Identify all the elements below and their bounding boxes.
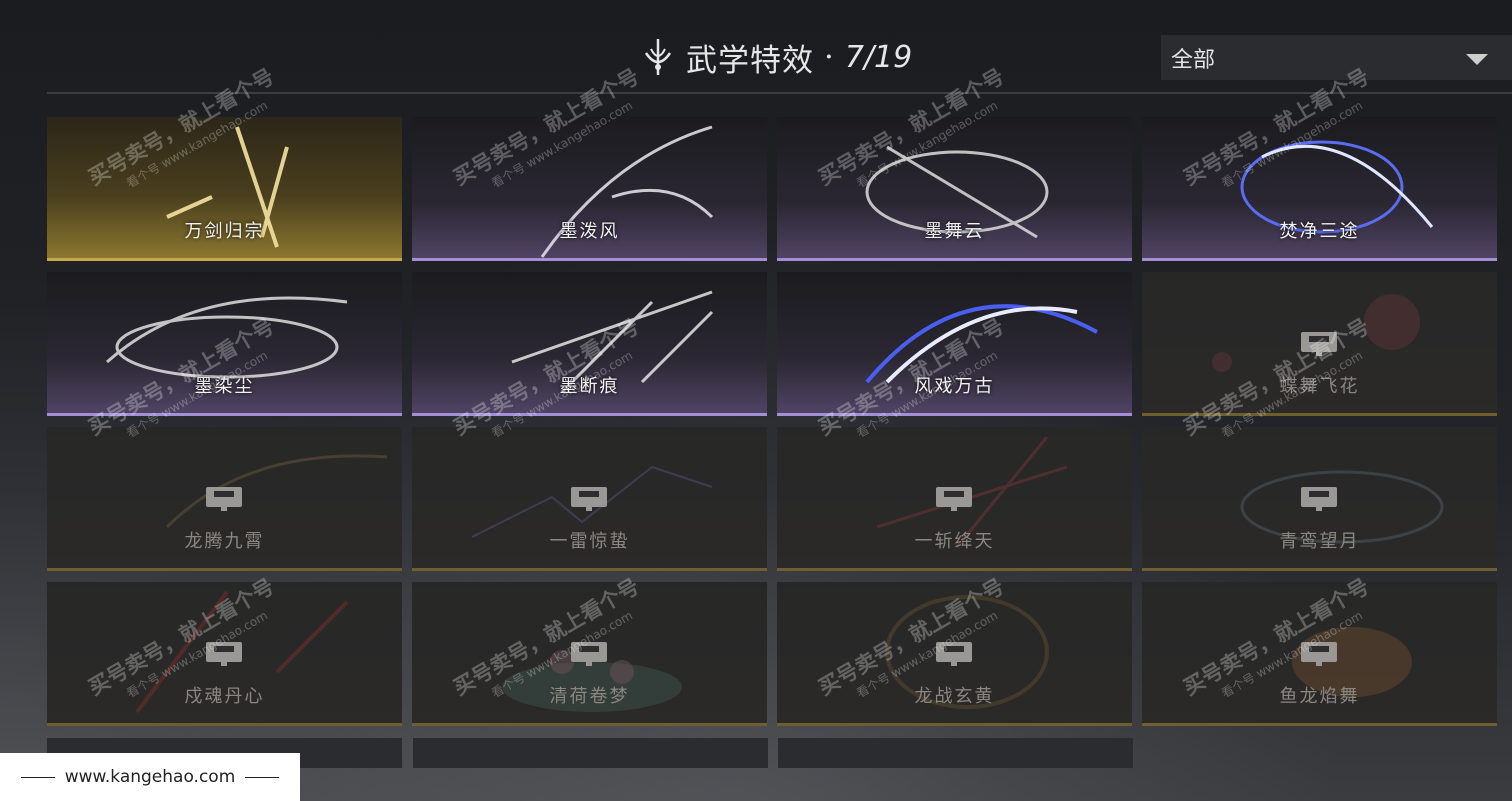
effect-card[interactable]: 龙腾九霄 xyxy=(47,427,402,571)
lock-icon xyxy=(571,487,607,511)
lock-icon xyxy=(206,487,242,511)
filter-dropdown[interactable]: 全部 xyxy=(1161,35,1512,80)
skill-effects-screen: 武学特效 · 7/19 全部 万剑归宗 墨泼风 墨舞云 焚净三途墨染尘 墨断痕 风戏万古 蝶… xyxy=(0,0,1512,801)
rarity-bar xyxy=(412,723,767,726)
effect-card[interactable]: 龙战玄黄 xyxy=(777,582,1132,726)
sword-emblem-icon xyxy=(644,39,672,75)
effect-name: 焚净三途 xyxy=(1279,221,1360,242)
effect-card[interactable]: 青鸾望月 xyxy=(1142,427,1497,571)
rarity-bar xyxy=(412,568,767,571)
effect-card[interactable]: 风戏万古 xyxy=(777,272,1132,416)
effect-name: 一斩绛天 xyxy=(914,531,995,552)
rarity-bar xyxy=(47,413,402,416)
effect-card-partial[interactable] xyxy=(778,738,1133,768)
rarity-bar xyxy=(1142,723,1497,726)
effect-card[interactable]: 戍魂丹心 xyxy=(47,582,402,726)
rarity-bar xyxy=(47,568,402,571)
effect-card[interactable]: 墨泼风 xyxy=(412,117,767,261)
rarity-bar xyxy=(777,723,1132,726)
effect-card[interactable]: 焚净三途 xyxy=(1142,117,1497,261)
rarity-bar xyxy=(47,723,402,726)
footer-line xyxy=(20,776,55,778)
effect-name: 龙战玄黄 xyxy=(914,686,995,707)
effect-card[interactable]: 一雷惊蛰 xyxy=(412,427,767,571)
effect-grid: 万剑归宗 墨泼风 墨舞云 焚净三途墨染尘 墨断痕 风戏万古 蝶舞飞花龙腾九霄 一雷惊蛰 一斩绛天… xyxy=(47,117,1497,726)
effect-name: 墨泼风 xyxy=(559,221,620,242)
footer-url: www.kangehao.com xyxy=(64,767,236,787)
effect-name: 鱼龙焰舞 xyxy=(1279,686,1360,707)
effect-name: 青鸾望月 xyxy=(1279,531,1360,552)
rarity-bar xyxy=(1142,568,1497,571)
header: 武学特效 · 7/19 全部 xyxy=(0,34,1512,80)
rarity-bar xyxy=(1142,258,1497,261)
effect-card[interactable]: 墨断痕 xyxy=(412,272,767,416)
rarity-bar xyxy=(1142,413,1497,416)
rarity-bar xyxy=(412,413,767,416)
rarity-bar xyxy=(777,258,1132,261)
rarity-bar xyxy=(47,258,402,261)
effect-card[interactable]: 一斩绛天 xyxy=(777,427,1132,571)
rarity-bar xyxy=(777,568,1132,571)
effect-card[interactable]: 清荷卷梦 xyxy=(412,582,767,726)
filter-selected: 全部 xyxy=(1171,47,1216,73)
lock-icon xyxy=(206,642,242,666)
rarity-bar xyxy=(412,258,767,261)
chevron-down-icon xyxy=(1466,54,1488,65)
effect-name: 墨断痕 xyxy=(559,376,620,397)
effect-name: 风戏万古 xyxy=(914,376,995,397)
effect-name: 万剑归宗 xyxy=(184,221,265,242)
effect-name: 墨染尘 xyxy=(194,376,255,397)
footer-line xyxy=(245,776,280,778)
lock-icon xyxy=(1301,642,1337,666)
effect-card[interactable]: 万剑归宗 xyxy=(47,117,402,261)
title-label: 武学特效 xyxy=(686,42,814,79)
effect-card[interactable]: 墨舞云 xyxy=(777,117,1132,261)
lock-icon xyxy=(936,642,972,666)
effect-name: 蝶舞飞花 xyxy=(1279,376,1360,397)
lock-icon xyxy=(1301,487,1337,511)
effect-card[interactable]: 蝶舞飞花 xyxy=(1142,272,1497,416)
watermark-footer: www.kangehao.com xyxy=(0,753,300,801)
effect-card-partial[interactable] xyxy=(413,738,768,768)
effect-name: 墨舞云 xyxy=(924,221,985,242)
header-divider xyxy=(47,92,1512,94)
effect-name: 龙腾九霄 xyxy=(184,531,265,552)
lock-icon xyxy=(936,487,972,511)
title-separator: · xyxy=(824,39,835,75)
effect-name: 一雷惊蛰 xyxy=(549,531,630,552)
lock-icon xyxy=(571,642,607,666)
page-title: 武学特效 · 7/19 xyxy=(640,34,912,80)
effect-card[interactable]: 墨染尘 xyxy=(47,272,402,416)
unlock-count: 7/19 xyxy=(844,39,913,75)
rarity-bar xyxy=(777,413,1132,416)
effect-card[interactable]: 鱼龙焰舞 xyxy=(1142,582,1497,726)
lock-icon xyxy=(1301,332,1337,356)
effect-name: 戍魂丹心 xyxy=(184,686,265,707)
effect-name: 清荷卷梦 xyxy=(549,686,630,707)
